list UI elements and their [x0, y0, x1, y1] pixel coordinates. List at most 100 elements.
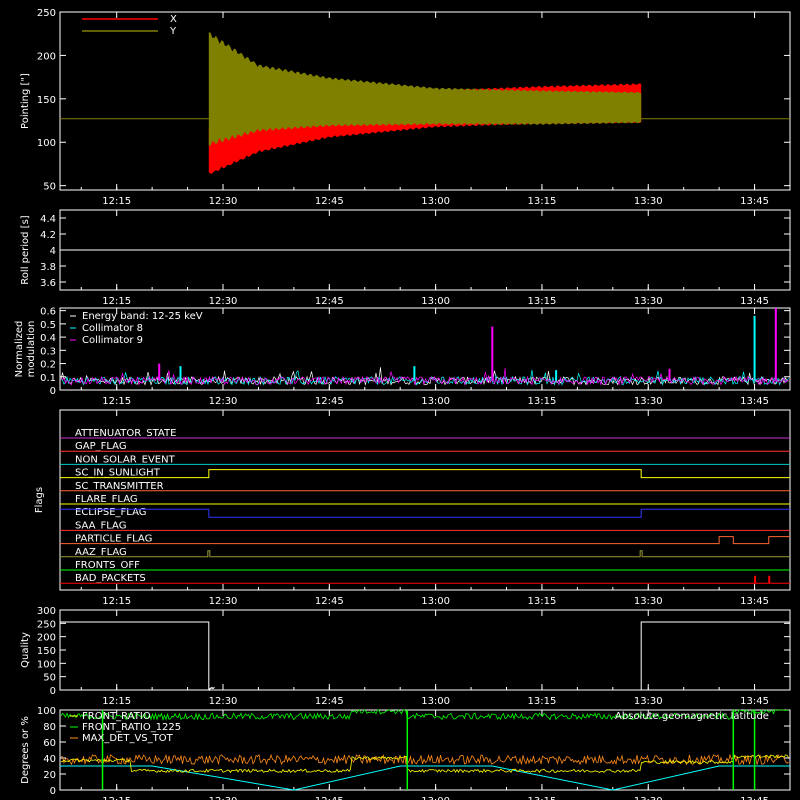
roll-ytick-label: 4.2 — [40, 230, 56, 241]
modulation-legend-label: Collimator 8 — [82, 323, 143, 334]
pointing-ytick-label: 200 — [37, 51, 56, 62]
pointing-xtick-label: 13:15 — [528, 196, 557, 207]
roll-ytick-label: 3.6 — [40, 278, 56, 289]
flags-row-trace — [60, 550, 790, 558]
flags-row-label: ATTENUATOR_STATE — [75, 428, 176, 439]
quality-ytick-label: 150 — [37, 646, 56, 657]
ratios-xtick-label: 12:30 — [209, 796, 238, 800]
ratios-legend-label: FRONT_RATIO_1225 — [82, 722, 181, 733]
modulation-ytick-label: 0 — [50, 386, 56, 397]
flags-row-trace — [60, 536, 790, 545]
quality-ytick-label: 200 — [37, 633, 56, 644]
modulation-ytick-label: 0.4 — [40, 333, 56, 344]
quality-xtick-label: 12:30 — [209, 696, 238, 707]
roll-ytick-label: 4.4 — [40, 214, 56, 225]
flags-row-label: GAP_FLAG — [75, 441, 127, 452]
ratios-legend-latitude: Absolute geomagnetic latitude — [615, 711, 769, 722]
modulation-legend-label: Collimator 9 — [82, 335, 143, 346]
pointing-ylabel: Pointing ["] — [20, 73, 31, 129]
ratios-xtick-label: 13:30 — [634, 796, 663, 800]
modulation-xtick-label: 13:45 — [740, 396, 769, 407]
flags-ylabel: Flags — [34, 487, 45, 513]
quality-ylabel: Quality — [20, 632, 31, 668]
modulation-noise-2 — [60, 368, 789, 387]
ratios-ytick-label: 100 — [37, 706, 56, 717]
modulation-ylabel: modulation — [26, 321, 37, 378]
flags-xtick-label: 13:00 — [421, 596, 450, 607]
flags-row-label: PARTICLE_FLAG — [75, 534, 152, 545]
quality-xtick-label: 13:30 — [634, 696, 663, 707]
modulation-xtick-label: 13:30 — [634, 396, 663, 407]
pointing-xtick-label: 13:45 — [740, 196, 769, 207]
roll-xtick-label: 12:45 — [315, 296, 344, 307]
modulation-ytick-label: 0.3 — [40, 346, 56, 357]
ratios-noise-trace-1 — [61, 753, 789, 766]
quality-ytick-label: 100 — [37, 659, 56, 670]
pointing-ytick-label: 150 — [37, 95, 56, 106]
flags-xtick-label: 12:45 — [315, 596, 344, 607]
roll-ytick-label: 3.8 — [40, 262, 56, 273]
flags-xtick-label: 13:30 — [634, 596, 663, 607]
quality-xtick-label: 12:15 — [102, 696, 131, 707]
flags-xtick-label: 12:30 — [209, 596, 238, 607]
modulation-ytick-label: 0.5 — [40, 320, 56, 331]
quality-xtick-label: 13:00 — [421, 696, 450, 707]
quality-ytick-label: 50 — [43, 673, 56, 684]
modulation-ytick-label: 0.2 — [40, 360, 56, 371]
roll-xtick-label: 13:00 — [421, 296, 450, 307]
roll-xtick-label: 13:15 — [528, 296, 557, 307]
ratios-legend-label: MAX_DET_VS_TOT — [82, 733, 174, 744]
flags-row-label: SC_IN_SUNLIGHT — [75, 468, 161, 479]
roll-xtick-label: 13:30 — [634, 296, 663, 307]
ratios-xtick-label: 13:00 — [421, 796, 450, 800]
modulation-xtick-label: 12:15 — [102, 396, 131, 407]
roll-ylabel: Roll period [s] — [20, 215, 31, 284]
flags-row-trace — [60, 469, 790, 479]
quality-ytick-label: 250 — [37, 619, 56, 630]
quality-ytick-label: 300 — [37, 606, 56, 617]
pointing-ytick-label: 50 — [43, 182, 56, 193]
flags-row-label: NON_SOLAR_EVENT — [75, 454, 176, 465]
roll-xtick-label: 12:15 — [102, 296, 131, 307]
modulation-xtick-label: 12:45 — [315, 396, 344, 407]
ratios-ytick-label: 40 — [43, 754, 56, 765]
roll-ytick-label: 4 — [50, 246, 56, 257]
pointing-xtick-label: 13:30 — [634, 196, 663, 207]
pointing-xtick-label: 13:00 — [421, 196, 450, 207]
flags-row-label: AAZ_FLAG — [75, 547, 127, 558]
quality-xtick-label: 13:15 — [528, 696, 557, 707]
modulation-xtick-label: 13:15 — [528, 396, 557, 407]
flags-xtick-label: 12:15 — [102, 596, 131, 607]
ratios-ytick-label: 80 — [43, 722, 56, 733]
pointing-xtick-label: 12:45 — [315, 196, 344, 207]
quality-xtick-label: 13:45 — [740, 696, 769, 707]
ratios-xtick-label: 12:45 — [315, 796, 344, 800]
pointing-xtick-label: 12:30 — [209, 196, 238, 207]
modulation-ylabel: Normalized — [14, 321, 25, 378]
ratios-ytick-label: 60 — [43, 738, 56, 749]
ratios-ylabel: Degrees or % — [20, 716, 31, 784]
quality-xtick-label: 12:45 — [315, 696, 344, 707]
ratios-noise-trace-2 — [60, 754, 789, 774]
modulation-legend-label: Energy band: 12-25 keV — [82, 311, 203, 322]
rhessi-quicklook-figure: 12:15 12:30 12:45 13:00 13:15 13:30 13:45 50 100… — [14, 8, 791, 800]
flags-xtick-label: 13:45 — [740, 596, 769, 607]
quality-jitter — [208, 686, 215, 692]
flags-row-label: BAD_PACKETS — [75, 573, 146, 584]
pointing-legend-label-x: X — [170, 14, 177, 25]
modulation-xtick-label: 13:00 — [421, 396, 450, 407]
pointing-xtick-label: 12:15 — [102, 196, 131, 207]
ratios-xtick-label: 12:15 — [102, 796, 131, 800]
flags-row-trace — [60, 508, 790, 518]
quality-trace — [60, 621, 790, 691]
flags-row-trace — [60, 575, 790, 584]
modulation-ytick-label: 0.6 — [40, 307, 56, 318]
ratios-ytick-label: 0 — [50, 786, 56, 797]
ratios-xtick-label: 13:45 — [740, 796, 769, 800]
pointing-ytick-label: 100 — [37, 138, 56, 149]
ratios-ytick-label: 20 — [43, 770, 56, 781]
flags-row-label: SC_TRANSMITTER — [75, 481, 164, 492]
ratios-xtick-label: 13:15 — [528, 796, 557, 800]
flags-xtick-label: 13:15 — [528, 596, 557, 607]
modulation-ytick-label: 0.1 — [40, 373, 56, 384]
